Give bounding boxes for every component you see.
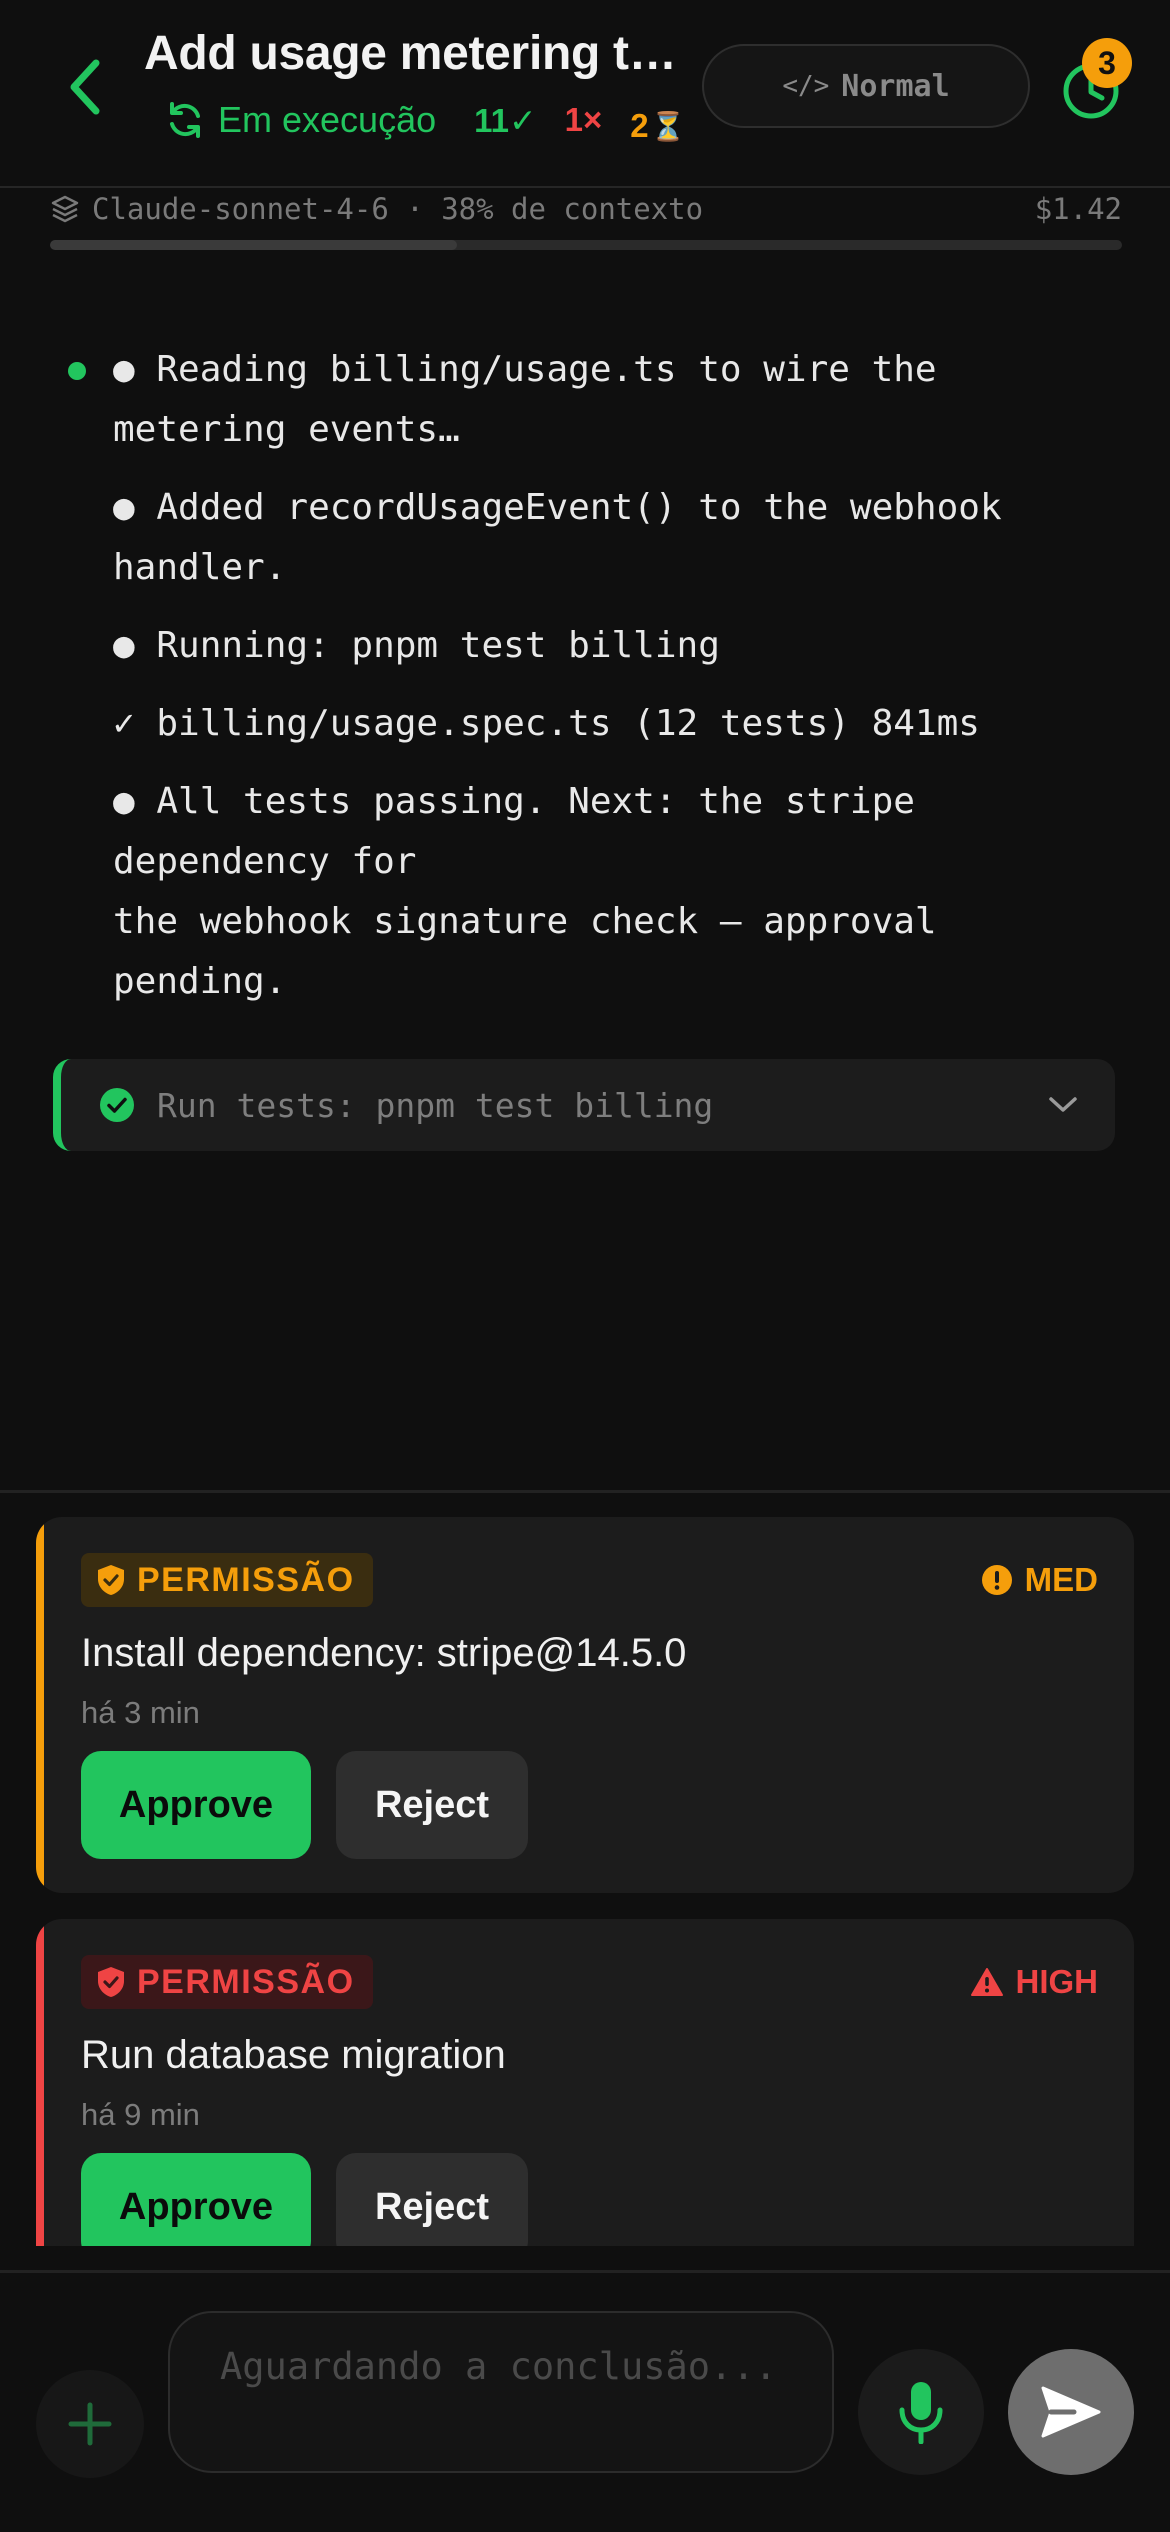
hourglass-icon: ⏳: [650, 110, 686, 142]
risk-stripe: [36, 1919, 44, 2246]
failed-count: 1×: [564, 101, 603, 138]
permission-tag: PERMISSÃO: [81, 1553, 373, 1607]
model-info-row: Claude-sonnet-4-6 · 38% de contexto $1.4…: [50, 190, 1122, 228]
permission-card: PERMISSÃO MED Install dependency: stripe…: [36, 1517, 1134, 1893]
permission-tag-label: PERMISSÃO: [137, 1560, 355, 1599]
log-line: ● Reading billing/usage.ts to wire the m…: [113, 349, 937, 450]
passed-count: 11✓: [474, 101, 537, 139]
permission-title: Install dependency: stripe@14.5.0: [81, 1631, 687, 1675]
layers-icon: [50, 193, 82, 225]
context-progress-fill: [50, 240, 458, 250]
shield-check-icon: [98, 1967, 124, 1997]
add-attachment-button[interactable]: [36, 2370, 144, 2478]
voice-input-button[interactable]: [858, 2349, 984, 2475]
approve-button[interactable]: Approve: [81, 1751, 311, 1859]
mode-label: Normal: [841, 68, 950, 104]
context-progress-bar: [50, 240, 1122, 250]
check-circle-icon: [100, 1088, 134, 1122]
composer-bar: Aguardando a conclusão...: [0, 2270, 1170, 2532]
log-line: ● Added recordUsageEvent() to the webhoo…: [113, 487, 1002, 588]
reject-button[interactable]: Reject: [336, 2153, 528, 2246]
microphone-icon: [899, 2382, 943, 2444]
permission-time: há 9 min: [81, 2097, 200, 2132]
mode-selector[interactable]: </> Normal: [702, 44, 1030, 128]
log-line: ● Running: pnpm test billing: [113, 625, 720, 666]
permission-tag-label: PERMISSÃO: [137, 1962, 355, 2001]
plus-icon: [68, 2402, 112, 2446]
tool-call-label: Run tests: pnpm test billing: [157, 1085, 714, 1125]
shield-check-icon: [98, 1565, 124, 1595]
session-header: Add usage metering to… Em execução 11✓ 1…: [0, 0, 1170, 188]
permission-card: PERMISSÃO HIGH Run database migration há…: [36, 1919, 1134, 2246]
approve-button[interactable]: Approve: [81, 2153, 311, 2246]
send-icon: [1041, 2386, 1101, 2438]
session-screen: Add usage metering to… Em execução 11✓ 1…: [0, 0, 1170, 2532]
pending-count: 2: [630, 107, 649, 144]
agent-log: ● Reading billing/usage.ts to wire the m…: [0, 340, 1170, 1030]
permission-requests-list[interactable]: PERMISSÃO MED Install dependency: stripe…: [0, 1493, 1170, 2246]
permission-time: há 3 min: [81, 1695, 200, 1730]
risk-stripe: [36, 1517, 44, 1893]
log-line: ✓ billing/usage.spec.ts (12 tests) 841ms: [113, 703, 980, 744]
session-title: Add usage metering to…: [144, 27, 704, 80]
back-chevron-icon: [70, 59, 100, 115]
running-sync-icon: [164, 99, 206, 141]
status-text: Em execução: [218, 99, 437, 140]
session-status-row: Em execução 11✓ 1× 2 ⏳: [164, 92, 686, 148]
model-context-text: Claude-sonnet-4-6 · 38% de contexto: [92, 192, 704, 226]
risk-label: MED: [1024, 1561, 1098, 1598]
send-button[interactable]: [1008, 2349, 1134, 2475]
back-button[interactable]: [56, 52, 116, 122]
tool-call-card[interactable]: Run tests: pnpm test billing: [53, 1059, 1115, 1151]
pending-count-group: 2 ⏳: [630, 107, 685, 145]
chevron-down-icon[interactable]: [1043, 1085, 1083, 1125]
reject-button[interactable]: Reject: [336, 1751, 528, 1859]
notification-badge: 3: [1082, 38, 1132, 88]
code-icon: </>: [782, 71, 830, 101]
risk-label: HIGH: [1015, 1963, 1099, 2000]
activity-indicator-dot: [68, 362, 86, 380]
session-cost: $1.42: [1034, 192, 1122, 226]
permission-tag: PERMISSÃO: [81, 1955, 373, 2009]
message-input[interactable]: Aguardando a conclusão...: [168, 2311, 834, 2473]
permission-title: Run database migration: [81, 2033, 506, 2077]
risk-level: HIGH: [970, 1963, 1099, 2001]
warning-triangle-icon: [970, 1968, 1003, 1996]
log-line: ● All tests passing. Next: the stripe de…: [113, 781, 937, 1002]
risk-level: MED: [981, 1561, 1098, 1599]
alert-circle-icon: [981, 1565, 1012, 1595]
